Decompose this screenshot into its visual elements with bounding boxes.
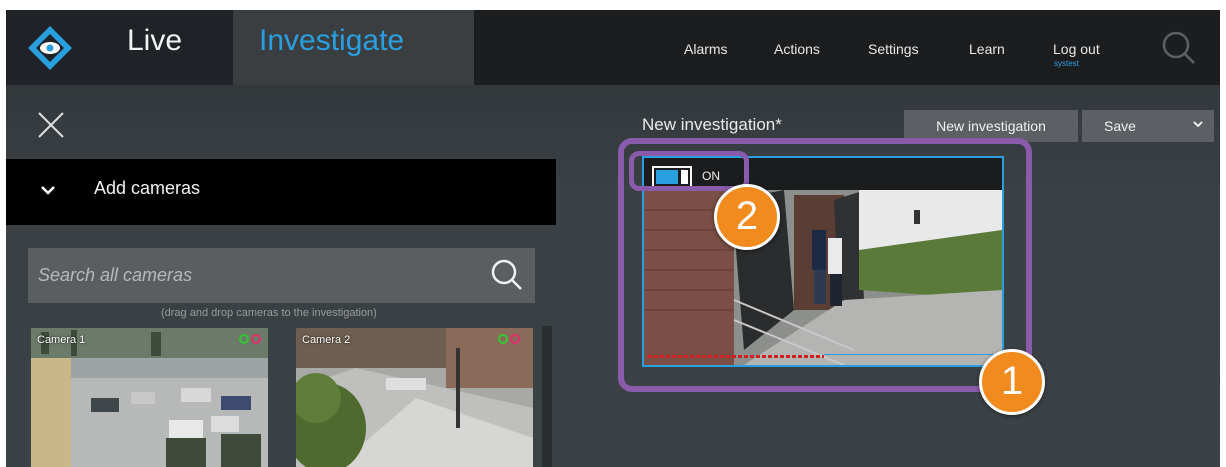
callout-badge-2: 2 [714,184,780,250]
save-button-label: Save [1104,118,1136,134]
tab-investigate-label: Investigate [259,24,405,57]
close-icon[interactable] [36,110,66,140]
camera-list-scrollbar[interactable] [542,326,552,467]
save-dropdown-button[interactable]: Save [1082,110,1214,142]
nav-actions[interactable]: Actions [774,41,820,57]
highlight-toggle [629,151,749,191]
status-ok-icon [239,334,249,344]
recording-status-icon [251,334,261,344]
investigation-title[interactable]: New investigation* [642,115,782,135]
camera-preview-image [31,328,268,467]
nav-settings[interactable]: Settings [868,41,919,57]
top-bar: Live Investigate Alarms Actions Settings… [6,10,1220,85]
chevron-down-icon [1193,121,1203,128]
callout-badge-1: 1 [979,349,1045,415]
camera-name: Camera 1 [37,334,86,346]
camera-thumbnail[interactable]: Camera 2 [296,328,533,467]
search-icon[interactable] [490,258,524,292]
nav-logout[interactable]: Log out [1053,41,1100,57]
nav-alarms[interactable]: Alarms [684,41,728,57]
add-cameras-title: Add cameras [94,178,201,198]
milestone-logo-icon [28,26,72,70]
tab-investigate[interactable]: Investigate [233,10,474,85]
drag-hint-text: (drag and drop cameras to the investigat… [161,307,377,319]
camera-search-box [28,248,535,303]
camera-preview-image [296,328,533,467]
chevron-down-icon [41,186,55,195]
app-window: Live Investigate Alarms Actions Settings… [6,10,1220,467]
tab-live[interactable]: Live [102,10,233,85]
username-label: systest [1054,59,1079,68]
camera-thumbnail[interactable]: Camera 1 [31,328,268,467]
recording-status-icon [510,334,520,344]
camera-name: Camera 2 [302,334,351,346]
logo[interactable] [6,10,102,85]
nav-learn[interactable]: Learn [969,41,1005,57]
status-ok-icon [498,334,508,344]
camera-search-input[interactable] [38,248,478,303]
add-cameras-header[interactable]: Add cameras [6,159,556,225]
tab-live-label: Live [127,24,183,57]
search-icon[interactable] [1161,30,1197,66]
